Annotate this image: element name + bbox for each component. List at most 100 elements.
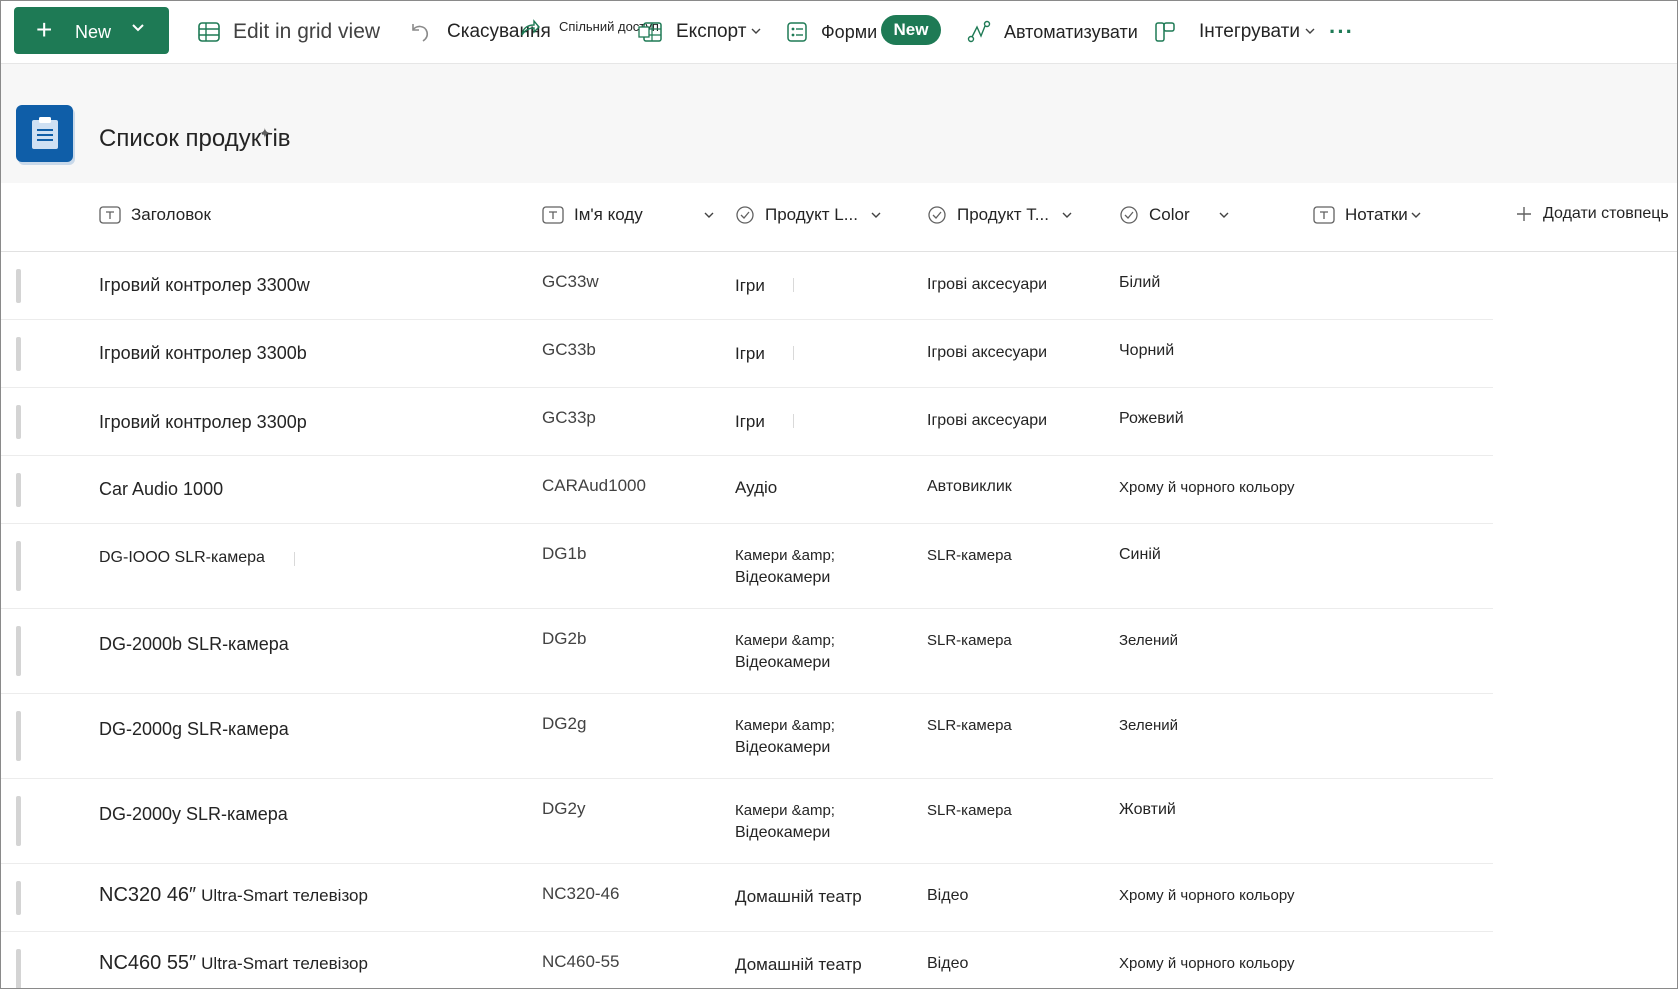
cell-product-line: Ігри <box>735 276 765 295</box>
plus-icon: + <box>36 14 53 45</box>
grid-icon <box>197 20 221 44</box>
integrate-button[interactable]: Інтегрувати <box>1153 1 1316 63</box>
column-header-color[interactable]: Color <box>1119 205 1230 225</box>
column-header-title[interactable]: Заголовок <box>99 205 211 225</box>
cell-product-line: Відеокамери <box>735 654 831 671</box>
cell-title[interactable]: Ігровий контролер 3300w <box>99 275 310 296</box>
favorite-star-icon[interactable]: ✦ <box>259 125 271 142</box>
cell-title[interactable]: Ігровий контролер 3300b <box>99 343 307 364</box>
column-header-product-type-label: Продукт Т... <box>957 205 1049 224</box>
cell-code: NC320-46 <box>542 884 620 903</box>
table-row[interactable]: DG-2000b SLR-камера DG2b Камери &amp; Ві… <box>1 609 1493 694</box>
column-header-notes-label: Нотатки <box>1345 205 1408 224</box>
add-column-label: Додати стовпець <box>1543 205 1669 222</box>
automate-button[interactable]: Автоматизувати <box>966 1 1138 63</box>
cell-title[interactable]: NC460 55″ Ultra-Smart телевізор <box>99 952 368 975</box>
chevron-down-icon[interactable] <box>870 209 882 221</box>
cell-product-type: SLR-камера <box>927 802 1012 819</box>
choice-column-icon <box>735 205 755 225</box>
cell-product-type: Ігрові аксесуари <box>927 412 1048 429</box>
add-column-button[interactable]: Додати стовпець <box>1515 205 1669 223</box>
divider <box>793 278 794 292</box>
choice-column-icon <box>927 205 947 225</box>
column-header-product-line-label: Продукт L... <box>765 205 858 224</box>
new-button[interactable]: + New <box>14 7 169 54</box>
cell-product-type: SLR-камера <box>927 632 1012 649</box>
column-header-row: Заголовок Ім'я коду Продукт L... Продукт… <box>1 183 1677 252</box>
table-row[interactable]: Ігровий контролер 3300b GC33b Ігри Ігров… <box>1 320 1493 388</box>
cell-product-type: Ігрові аксесуари <box>927 276 1048 293</box>
row-selector[interactable] <box>16 881 21 915</box>
integrate-label: Інтегрувати <box>1199 21 1300 42</box>
row-selector[interactable] <box>16 949 21 988</box>
cell-color: Хрому й чорного кольору <box>1119 887 1295 904</box>
cell-product-line: Ігри <box>735 412 765 431</box>
cell-color: Жовтий <box>1119 801 1176 818</box>
edit-grid-view-button[interactable]: Edit in grid view <box>197 1 380 63</box>
new-button-label: New <box>75 22 112 42</box>
flow-icon <box>966 19 992 45</box>
chevron-down-icon[interactable] <box>1218 209 1230 221</box>
cell-color: Синій <box>1119 546 1161 563</box>
row-selector[interactable] <box>16 337 21 371</box>
row-selector[interactable] <box>16 405 21 439</box>
forms-button[interactable]: Форми <box>785 1 877 63</box>
chevron-down-icon[interactable] <box>703 209 715 221</box>
list-app-icon <box>16 105 73 162</box>
cell-color: Хрому й чорного кольору <box>1119 479 1295 496</box>
cell-product-type: Автовиклик <box>927 478 1012 495</box>
table-row[interactable]: Ігровий контролер 3300w GC33w Ігри Ігров… <box>1 252 1493 320</box>
text-column-icon <box>542 206 564 224</box>
cell-product-line: Камери &amp; <box>735 632 835 649</box>
row-selector[interactable] <box>16 473 21 507</box>
table-row[interactable]: DG-2000g SLR-камера DG2g Камери &amp; Ві… <box>1 694 1493 779</box>
divider <box>793 414 794 428</box>
cell-title[interactable]: DG-IOOO SLR-камера <box>99 549 265 567</box>
row-selector[interactable] <box>16 541 21 591</box>
forms-label: Форми <box>821 21 878 42</box>
table-row[interactable]: NC320 46″ Ultra-Smart телевізор NC320-46… <box>1 864 1493 932</box>
cell-color: Білий <box>1119 274 1161 291</box>
cell-title[interactable]: NC320 46″ Ultra-Smart телевізор <box>99 884 368 907</box>
cell-title[interactable]: Car Audio 1000 <box>99 479 223 500</box>
cell-code: DG1b <box>542 544 587 563</box>
chevron-down-icon[interactable] <box>1061 209 1073 221</box>
row-selector[interactable] <box>16 269 21 303</box>
cell-code: GC33p <box>542 408 596 427</box>
column-header-code-label: Ім'я коду <box>574 205 643 224</box>
cell-product-line: Ігри <box>735 344 765 363</box>
row-selector[interactable] <box>16 711 21 761</box>
cell-color: Зелений <box>1119 717 1179 734</box>
cell-code: NC460-55 <box>542 952 620 971</box>
cell-title[interactable]: DG-2000b SLR-камера <box>99 634 289 655</box>
row-selector[interactable] <box>16 626 21 676</box>
cell-color: Рожевий <box>1119 410 1184 427</box>
table-row[interactable]: DG-2000y SLR-камера DG2y Камери &amp; Ві… <box>1 779 1493 864</box>
cell-title[interactable]: Ігровий контролер 3300p <box>99 412 307 433</box>
export-button[interactable]: Експорт <box>638 1 762 63</box>
table-row[interactable]: DG-IOOO SLR-камера DG1b Камери &amp; Від… <box>1 524 1493 609</box>
table-row[interactable]: NC460 55″ Ultra-Smart телевізор NC460-55… <box>1 932 1493 988</box>
chevron-down-icon[interactable] <box>130 19 146 40</box>
cell-title[interactable]: DG-2000y SLR-камера <box>99 804 288 825</box>
column-header-product-line[interactable]: Продукт L... <box>735 205 882 225</box>
column-header-code[interactable]: Ім'я коду <box>542 205 715 225</box>
cell-color: Хрому й чорного кольору <box>1119 955 1295 972</box>
column-header-product-type[interactable]: Продукт Т... <box>927 205 1073 225</box>
more-options-icon[interactable]: ··· <box>1329 19 1354 45</box>
cell-product-type: SLR-камера <box>927 547 1012 564</box>
chevron-down-icon[interactable] <box>1410 209 1422 221</box>
column-header-notes[interactable]: Нотатки <box>1313 205 1422 225</box>
divider <box>793 346 794 360</box>
table-row[interactable]: Ігровий контролер 3300p GC33p Ігри Ігров… <box>1 388 1493 456</box>
table-row[interactable]: Car Audio 1000 CARAud1000 Аудіо Автовикл… <box>1 456 1493 524</box>
text-column-icon <box>99 206 121 224</box>
row-selector[interactable] <box>16 796 21 846</box>
clipboard-icon <box>32 117 58 149</box>
cell-title[interactable]: DG-2000g SLR-камера <box>99 719 289 740</box>
cell-product-line: Аудіо <box>735 478 778 497</box>
cell-product-type: Відео <box>927 887 969 904</box>
cell-product-line: Камери &amp; <box>735 717 835 734</box>
edit-grid-view-label: Edit in grid view <box>233 20 381 43</box>
command-bar: + New Edit in grid view Скасування Спіль… <box>1 1 1677 64</box>
